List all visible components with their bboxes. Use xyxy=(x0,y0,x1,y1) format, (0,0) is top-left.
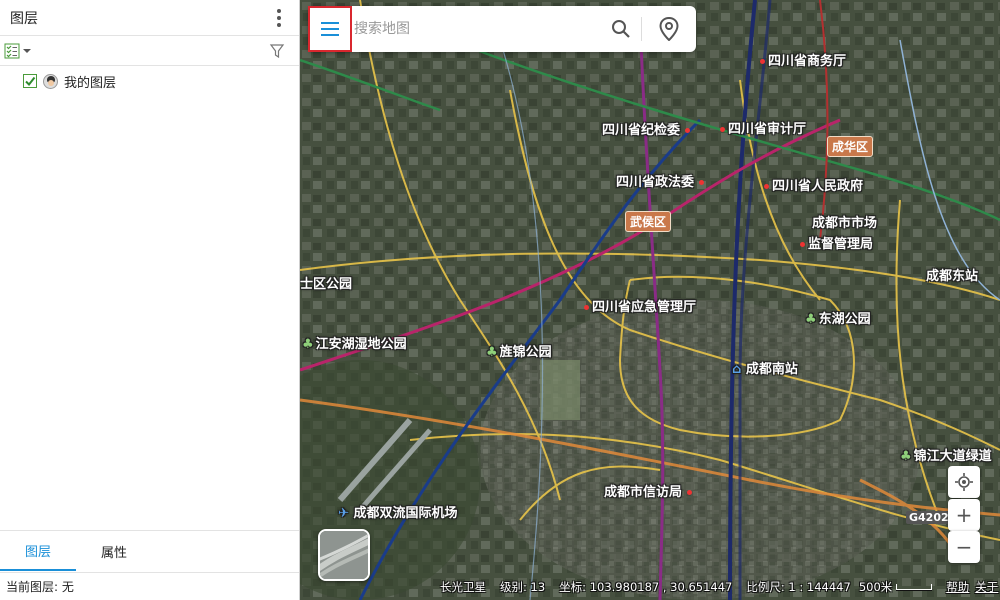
crosshair-glyph xyxy=(955,473,973,491)
plus-icon[interactable]: + xyxy=(948,499,980,531)
poi-dot-icon xyxy=(760,59,765,64)
scale-text: 比例尺: 1 : 144447 xyxy=(746,580,851,594)
menu-icon[interactable] xyxy=(308,6,352,52)
layer-list-dropdown[interactable] xyxy=(4,43,32,59)
search-bar xyxy=(308,6,696,52)
chevron-down-icon xyxy=(23,48,31,53)
filter-icon[interactable] xyxy=(269,43,285,59)
highway-shield: G4202 xyxy=(906,511,952,524)
poi-label: 四川省政法委 xyxy=(616,171,707,190)
scale-label: 500米 xyxy=(858,580,893,594)
poi-dot-icon xyxy=(584,305,589,310)
poi-label: ♣ 江安湖湿地公园 xyxy=(302,337,407,352)
locate-icon[interactable] xyxy=(948,466,980,498)
layer-checkbox[interactable] xyxy=(23,74,37,88)
tab-layers[interactable]: 图层 xyxy=(0,531,76,571)
poi-label: 四川省纪检委 xyxy=(602,119,693,138)
poi-label: 监督管理局 xyxy=(800,233,873,252)
poi-label: 四川省应急管理厅 xyxy=(584,296,696,315)
poi-label: 四川省商务厅 xyxy=(760,50,846,69)
poi-dot-icon xyxy=(684,128,690,133)
search-icon[interactable] xyxy=(601,6,641,52)
layer-panel: 图层 我的图层 图层 属性 当前图层: 无 xyxy=(0,0,300,600)
poi-label: ♣ 旌锦公园 xyxy=(486,345,552,360)
search-input[interactable] xyxy=(352,14,601,44)
check-icon xyxy=(25,76,36,87)
about-link[interactable]: 关于 xyxy=(975,579,998,595)
layer-row[interactable]: 我的图层 xyxy=(23,71,299,91)
panel-header: 图层 xyxy=(0,0,299,36)
basemap-thumbnail-icon xyxy=(320,531,368,579)
help-link[interactable]: 帮助 xyxy=(946,579,969,595)
panel-title: 图层 xyxy=(10,10,38,27)
layer-list-icon xyxy=(4,43,20,58)
tab-properties[interactable]: 属性 xyxy=(76,531,152,571)
layer-label: 我的图层 xyxy=(64,75,117,91)
kebab-icon[interactable] xyxy=(269,6,289,30)
poi-label: 成都市市场 xyxy=(812,216,878,231)
district-badge-wuhou: 武侯区 xyxy=(625,211,672,232)
poi-label: 成都市信访局 xyxy=(604,481,695,500)
current-layer-status: 当前图层: 无 xyxy=(0,572,299,600)
district-badge-chenghua: 成华区 xyxy=(827,136,874,157)
scale-bar xyxy=(896,584,933,590)
poi-label: ✈ 成都双流国际机场 xyxy=(338,506,458,521)
poi-dot-icon xyxy=(764,184,769,189)
panel-tabs: 图层 属性 xyxy=(0,530,299,571)
zoom-level: 级别: 13 xyxy=(500,580,546,594)
poi-dot-icon xyxy=(686,490,692,495)
poi-dot-icon xyxy=(800,242,805,247)
poi-label: 四川省审计厅 xyxy=(720,118,806,137)
poi-label: 士区公园 xyxy=(300,277,353,292)
poi-label: 四川省人民政府 xyxy=(764,175,863,194)
basemap-switcher[interactable] xyxy=(318,529,370,581)
poi-label: ♣ 东湖公园 xyxy=(805,312,871,327)
app-window: 图层 我的图层 图层 属性 当前图层: 无 成华区 武侯区 四川省商务厅 四川省… xyxy=(0,0,1000,600)
poi-label: ♣ 锦江大道绿道 xyxy=(900,449,992,464)
location-pin-icon[interactable] xyxy=(642,6,696,52)
poi-dot-icon xyxy=(720,127,725,132)
minus-icon[interactable]: − xyxy=(948,531,980,563)
magnifier-glyph xyxy=(612,20,630,38)
poi-label: ⌂ 成都南站 xyxy=(732,362,798,377)
layer-tree: 我的图层 xyxy=(0,66,299,91)
avatar xyxy=(43,73,58,89)
panel-toolbar xyxy=(0,36,299,66)
imagery-source: 长光卫星 xyxy=(440,580,486,594)
map-footer: 长光卫星 级别: 13 坐标: 103.980187 , 30.651447 比… xyxy=(440,578,1000,596)
map-view[interactable]: 成华区 武侯区 四川省商务厅 四川省纪检委 四川省审计厅 四川省政法委 四川省人… xyxy=(300,0,1000,600)
poi-dot-icon xyxy=(698,180,704,185)
poi-label: 成都东站 xyxy=(926,269,979,284)
coordinates-readout: 坐标: 103.980187 , 30.651447 xyxy=(559,580,733,594)
pin-glyph xyxy=(659,17,679,41)
